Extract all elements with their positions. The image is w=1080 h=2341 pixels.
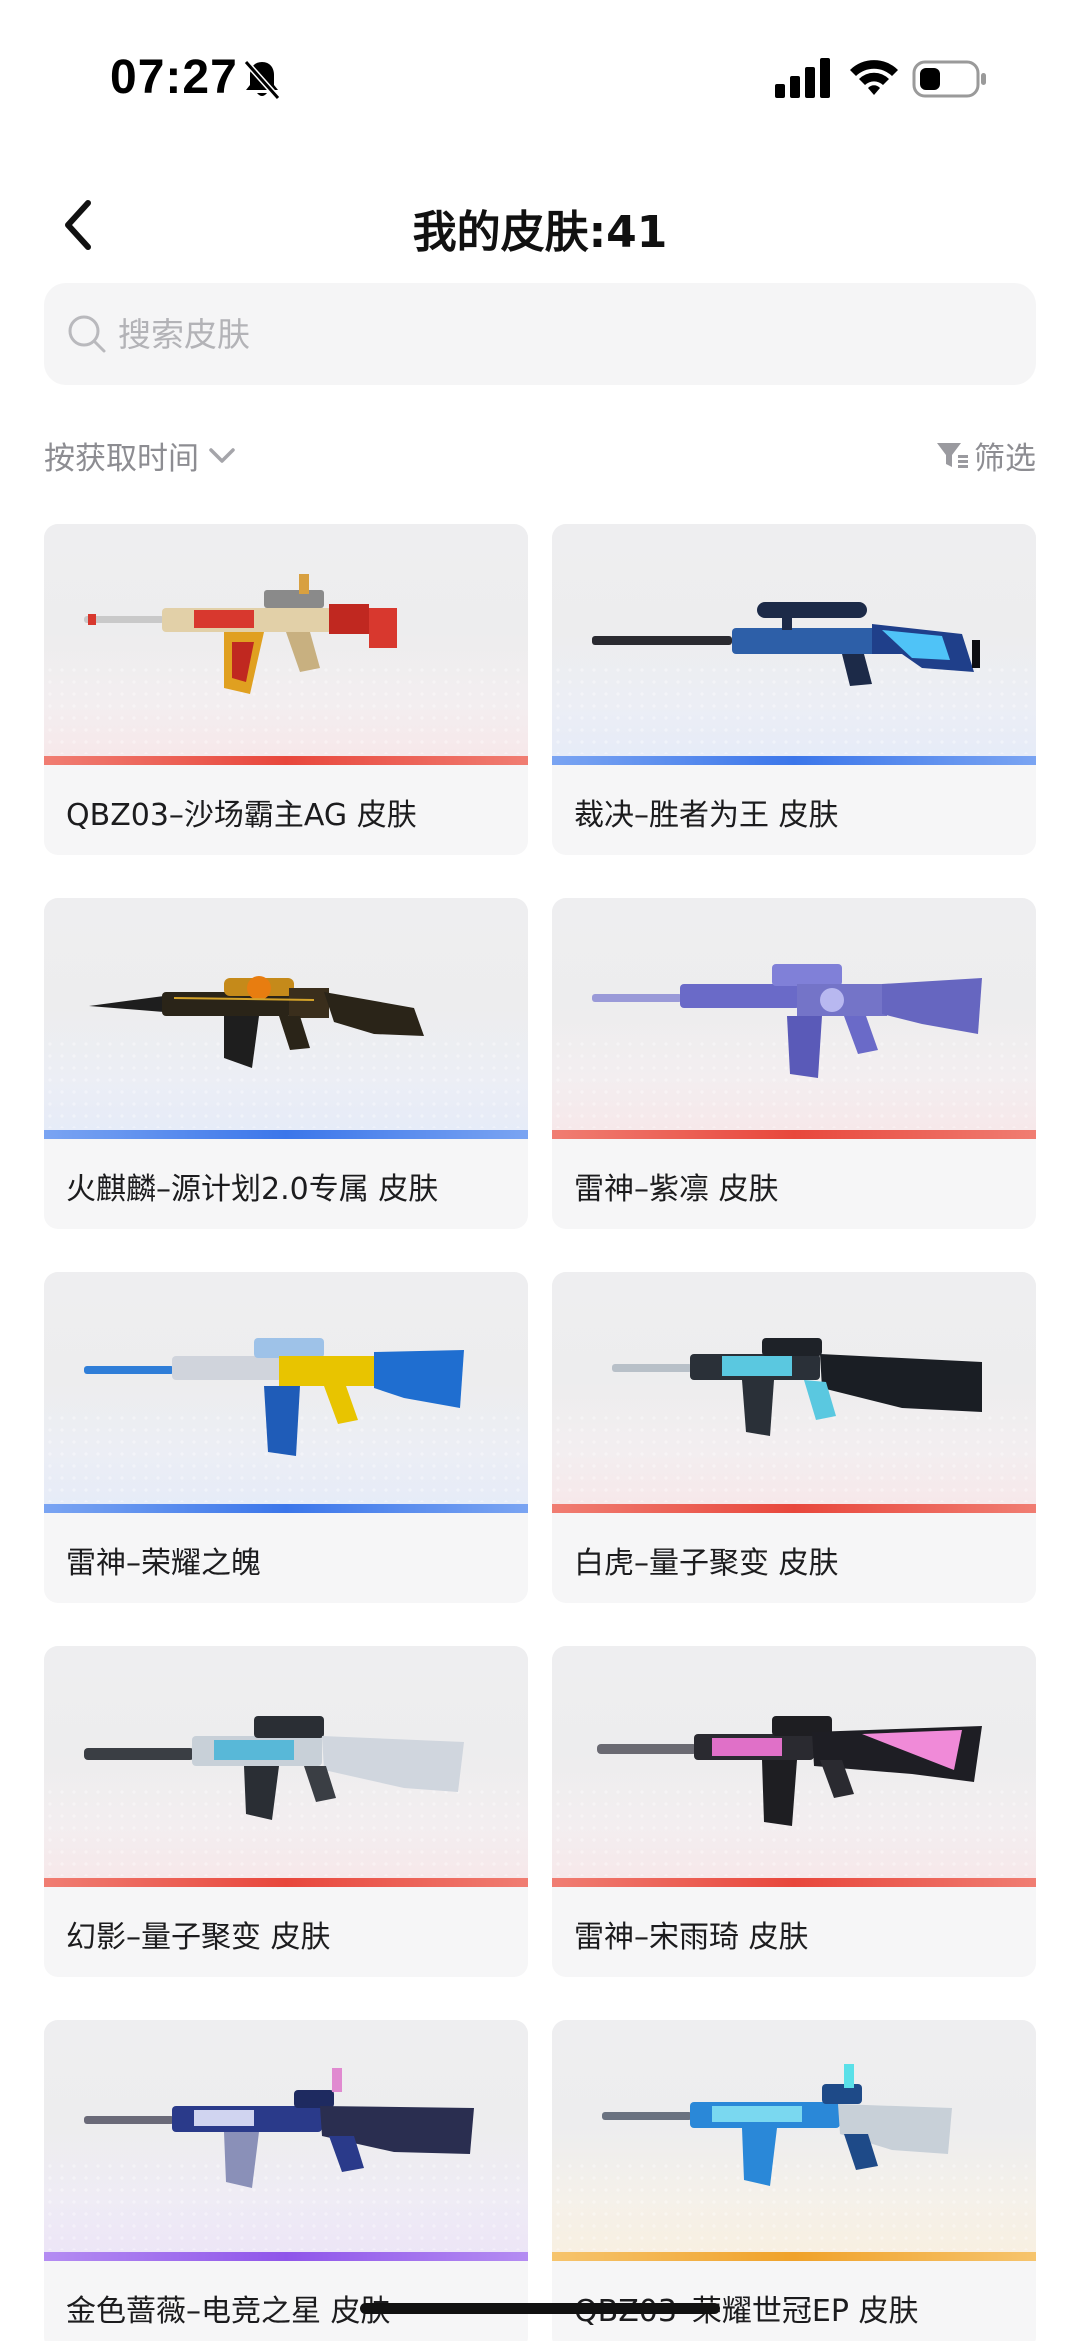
skin-image-area [44,2020,528,2260]
rarity-bar [44,1504,528,1513]
scar-cyan-black-image [612,1338,982,1436]
battery-icon [912,60,986,98]
skin-name: 幻影–量子聚变 皮肤 [66,1920,331,1955]
skin-name: 火麒麟–源计划2.0专属 皮肤 [66,1172,439,1207]
wifi-icon [850,60,898,95]
skin-name: 金色蔷薇–电竞之星 皮肤 [66,2294,391,2329]
skin-image-area [552,2020,1036,2260]
skin-image-area [552,898,1036,1138]
search-input[interactable] [118,314,968,354]
search-icon [68,315,106,353]
filter-label: 筛选 [974,440,1036,477]
rarity-bar [552,1878,1036,1887]
status-bar: 07:27 [0,0,1080,150]
rifle-red-gold-image [84,574,397,694]
skin-image-area [44,898,528,1138]
skin-card[interactable]: 裁决–胜者为王 皮肤 [552,524,1036,855]
m4-blue-yellow-image [84,1338,464,1456]
skin-name: 雷神–宋雨琦 皮肤 [574,1920,809,1955]
skin-card[interactable]: 白虎–量子聚变 皮肤 [552,1272,1036,1603]
signal-icon [775,58,830,98]
skin-name: QBZ03–沙场霸主AG 皮肤 [66,798,417,833]
sort-dropdown[interactable]: 按获取时间 [44,430,239,480]
skin-name: 裁决–胜者为王 皮肤 [574,798,839,833]
g36-cyan-silver-image [84,1716,464,1820]
m4-purple-image [592,964,982,1078]
rarity-bar [552,756,1036,765]
skin-image-area [552,1272,1036,1512]
rarity-bar [552,2252,1036,2261]
skin-image-area [44,1646,528,1886]
skin-image-area [44,1272,528,1512]
skin-image-area [552,524,1036,764]
skin-image-area [44,524,528,764]
skin-card[interactable]: 雷神–宋雨琦 皮肤 [552,1646,1036,1977]
skin-card[interactable]: 雷神–紫凛 皮肤 [552,898,1036,1229]
sniper-blue-image [592,602,980,686]
skin-image-area [552,1646,1036,1886]
rarity-bar [44,1878,528,1887]
qbz-navy-image [84,2068,474,2188]
filter-icon [937,443,968,468]
sort-label: 按获取时间 [44,440,199,477]
skin-card[interactable]: 金色蔷薇–电竞之星 皮肤 [44,2020,528,2341]
ak-black-gold-image [89,976,424,1068]
skin-card[interactable]: QBZ03–荣耀世冠EP 皮肤 [552,2020,1036,2341]
skin-card[interactable]: 幻影–量子聚变 皮肤 [44,1646,528,1977]
skin-name: 雷神–荣耀之魄 [66,1546,261,1581]
m4-pink-black-image [597,1716,982,1826]
mute-icon [243,60,281,100]
rarity-bar [552,1130,1036,1139]
skin-card[interactable]: QBZ03–沙场霸主AG 皮肤 [44,524,528,855]
header: 我的皮肤:41 [0,180,1080,270]
skin-card[interactable]: 雷神–荣耀之魄 [44,1272,528,1603]
rarity-bar [44,1130,528,1139]
status-time: 07:27 [110,51,238,104]
search-box[interactable] [44,283,1036,385]
filter-button[interactable]: 筛选 [934,430,1036,480]
qbz-cyan-image [602,2064,952,2186]
rarity-bar [44,756,528,765]
chevron-down-icon [209,448,235,463]
skin-name: 白虎–量子聚变 皮肤 [574,1546,839,1581]
rarity-bar [44,2252,528,2261]
skin-card[interactable]: 火麒麟–源计划2.0专属 皮肤 [44,898,528,1229]
home-indicator[interactable] [360,2303,720,2314]
skin-name: 雷神–紫凛 皮肤 [574,1172,779,1207]
rarity-bar [552,1504,1036,1513]
page-title: 我的皮肤:41 [412,207,668,258]
